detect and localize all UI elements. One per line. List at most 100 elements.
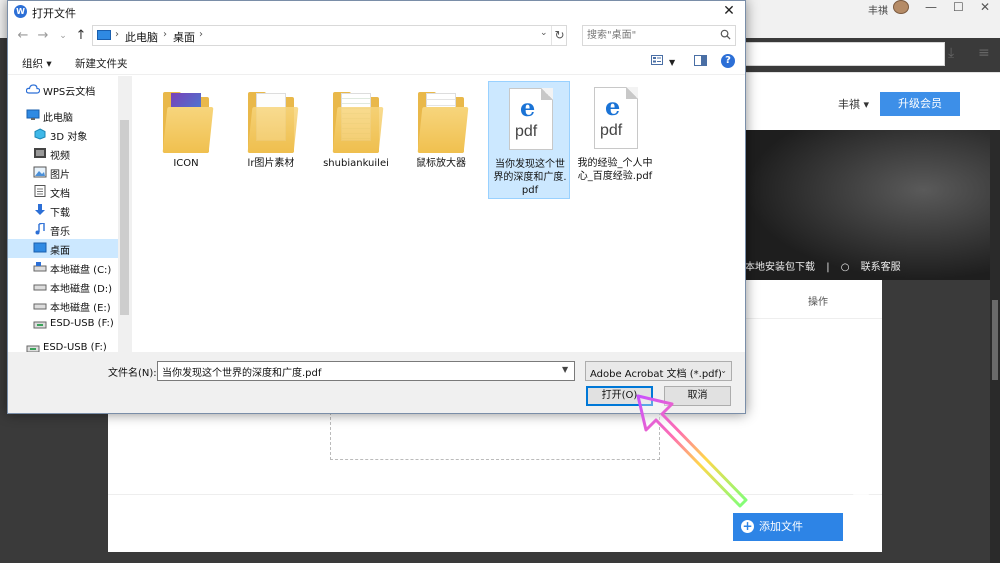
wps-app-icon: W	[14, 5, 27, 18]
watermark-logo	[762, 462, 994, 552]
file-item-folder[interactable]: lr图片素材	[230, 81, 312, 199]
sidebar-item-documents[interactable]: 文档	[8, 182, 118, 201]
site-user-menu[interactable]: 丰祺 ▾	[838, 96, 869, 112]
menu-icon[interactable]: ≡	[978, 45, 990, 61]
file-item-pdf-selected[interactable]: e pdf 当你发现这个世界的深度和广度.pdf	[488, 81, 570, 199]
drive-icon	[33, 303, 47, 310]
upgrade-button[interactable]: 升级会员	[880, 92, 960, 116]
avatar[interactable]	[893, 0, 909, 14]
breadcrumb-this-pc[interactable]: 此电脑	[125, 29, 158, 45]
search-input[interactable]	[587, 28, 713, 43]
support-icon: ○	[840, 262, 850, 273]
dialog-toolbar: 组织 ▾ 新建文件夹 ▼ ?	[8, 49, 745, 75]
banner-links: 本地安装包下载 | ○ 联系客服	[745, 258, 909, 273]
file-item-folder[interactable]: shubiankuilei	[315, 81, 397, 199]
file-item-folder[interactable]: ICON	[145, 81, 227, 199]
preview-pane-icon[interactable]	[694, 55, 707, 66]
pdf-file-icon: e pdf	[592, 87, 640, 153]
back-arrow-icon[interactable]: ←	[14, 28, 32, 44]
close-icon[interactable]: ✕	[980, 0, 990, 14]
computer-icon	[97, 30, 111, 40]
address-bar[interactable]: › 此电脑 › 桌面 › ⌄ ↻	[92, 25, 567, 46]
file-item-pdf[interactable]: e pdf 我的经验_个人中心_百度经验.pdf	[574, 81, 656, 199]
sidebar-item-pictures[interactable]: 图片	[8, 163, 118, 182]
dialog-titlebar: W 打开文件 ✕	[8, 1, 745, 23]
chevron-right-icon[interactable]: ›	[163, 29, 167, 40]
sidebar-item-downloads[interactable]: 下载	[8, 201, 118, 220]
support-link[interactable]: 联系客服	[861, 262, 901, 273]
sidebar-item-drive-d[interactable]: 本地磁盘 (D:)	[8, 277, 118, 296]
file-item-folder[interactable]: 鼠标放大器	[400, 81, 482, 199]
download-icon	[35, 204, 45, 215]
navigation-pane: WPS云文档 此电脑 3D 对象 视频 图片 文档 下载 音乐 桌面 本地磁盘 …	[8, 76, 131, 352]
sidebar-item-usb-f[interactable]: ESD-USB (F:)	[8, 315, 118, 334]
filename-label: 文件名(N):	[108, 368, 157, 379]
new-folder-button[interactable]: 新建文件夹	[75, 56, 128, 71]
folder-icon	[162, 87, 214, 153]
sidebar-scrollbar-thumb[interactable]	[120, 120, 129, 315]
pictures-icon	[33, 166, 47, 178]
usb-drive-icon	[33, 321, 47, 329]
folder-icon	[247, 87, 299, 153]
sidebar-item-3d-objects[interactable]: 3D 对象	[8, 125, 118, 144]
paw-icon	[846, 466, 877, 499]
sidebar-item-this-pc[interactable]: 此电脑	[8, 106, 118, 125]
usb-drive-icon	[26, 345, 40, 352]
search-icon[interactable]	[720, 29, 731, 40]
chevron-right-icon[interactable]: ›	[199, 29, 203, 40]
search-box[interactable]	[582, 25, 736, 46]
site-nav	[745, 72, 1000, 130]
recent-chevron-down-icon[interactable]: ⌄	[54, 28, 72, 44]
3d-objects-icon	[34, 128, 46, 140]
divider: |	[826, 262, 830, 273]
pdf-file-icon: e pdf	[507, 88, 555, 154]
view-options-icon[interactable]	[651, 55, 663, 65]
sidebar-item-music[interactable]: 音乐	[8, 220, 118, 239]
filename-dropdown-icon[interactable]: ▼	[562, 365, 568, 374]
computer-icon	[26, 109, 40, 120]
column-header-action: 操作	[808, 297, 828, 308]
page-scrollbar-thumb[interactable]	[992, 300, 998, 380]
filename-input[interactable]	[157, 361, 575, 381]
breadcrumb-desktop[interactable]: 桌面	[173, 29, 195, 45]
address-dropdown-icon[interactable]: ⌄	[540, 28, 548, 38]
chevron-right-icon[interactable]: ›	[115, 29, 119, 40]
maximize-icon[interactable]: ☐	[953, 0, 964, 14]
sidebar-item-videos[interactable]: 视频	[8, 144, 118, 163]
annotation-arrow-icon	[636, 394, 748, 508]
drive-icon	[33, 262, 47, 272]
forward-arrow-icon[interactable]: →	[34, 28, 52, 44]
divider	[131, 76, 132, 352]
sidebar-item-drive-c[interactable]: 本地磁盘 (C:)	[8, 258, 118, 277]
music-icon	[35, 223, 45, 235]
minimize-icon[interactable]: —	[925, 0, 937, 14]
folder-icon	[332, 87, 384, 153]
refresh-icon[interactable]: ↻	[551, 26, 567, 45]
local-install-link[interactable]: 本地安装包下载	[745, 262, 815, 273]
sidebar-item-usb-f-root[interactable]: ESD-USB (F:)	[8, 339, 118, 352]
drive-icon	[33, 284, 47, 291]
dialog-close-button[interactable]: ✕	[719, 2, 739, 21]
browser-address-bar[interactable]	[745, 42, 945, 66]
drop-zone[interactable]	[330, 412, 660, 460]
up-arrow-icon[interactable]: ↑	[72, 28, 90, 44]
folder-icon	[417, 87, 469, 153]
documents-icon	[34, 185, 46, 197]
cloud-icon	[26, 84, 40, 94]
help-icon[interactable]: ?	[721, 54, 735, 68]
sidebar-item-drive-e[interactable]: 本地磁盘 (E:)	[8, 296, 118, 315]
filetype-value: Adobe Acrobat 文档 (*.pdf)	[590, 369, 722, 380]
sidebar-item-wps-cloud[interactable]: WPS云文档	[8, 80, 118, 99]
video-icon	[34, 148, 46, 158]
dialog-title: 打开文件	[32, 7, 76, 20]
browser-user-name[interactable]: 丰祺	[868, 2, 888, 17]
view-dropdown-icon[interactable]: ▼	[669, 58, 675, 67]
organize-menu[interactable]: 组织 ▾	[22, 56, 52, 71]
sidebar-item-desktop[interactable]: 桌面	[8, 239, 118, 258]
open-file-dialog: W 打开文件 ✕ ← → ⌄ ↑ › 此电脑 › 桌面 › ⌄ ↻ 组织 ▾ 新…	[7, 0, 746, 414]
filetype-select[interactable]: Adobe Acrobat 文档 (*.pdf) ⌄	[585, 361, 732, 381]
chevron-down-icon: ⌄	[720, 366, 727, 375]
download-icon[interactable]: ⤓	[948, 45, 954, 61]
desktop-icon	[33, 242, 47, 253]
navigation-row: ← → ⌄ ↑ › 此电脑 › 桌面 › ⌄ ↻	[8, 23, 745, 49]
